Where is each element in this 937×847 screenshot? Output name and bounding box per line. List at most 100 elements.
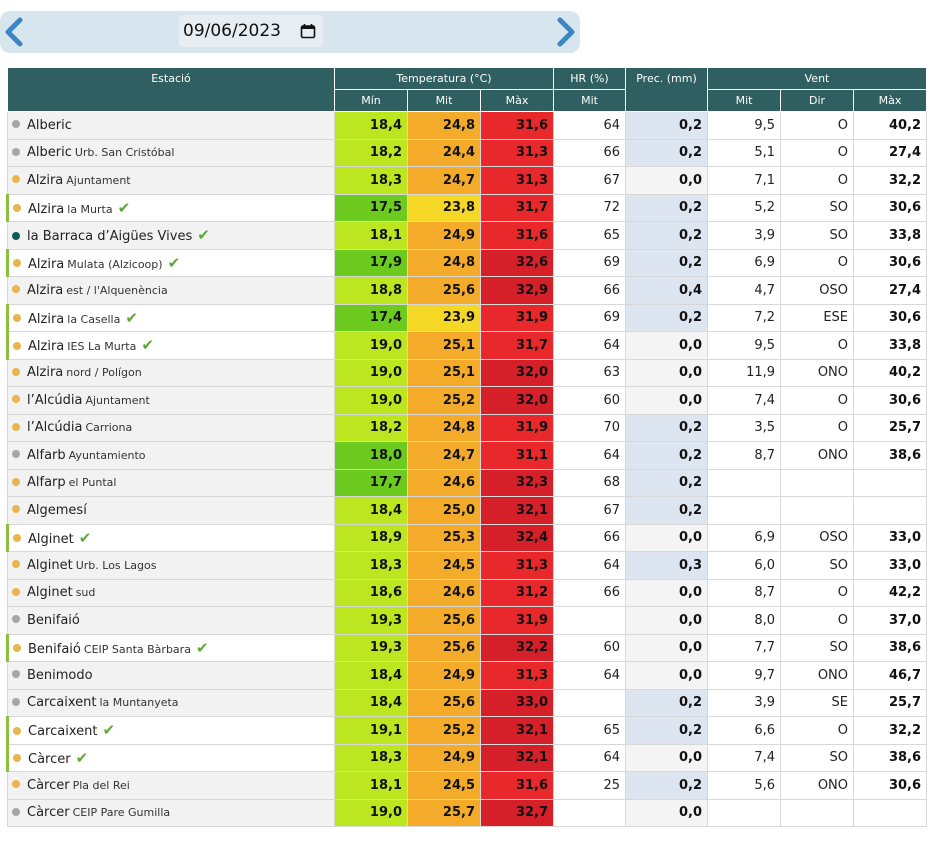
station-name[interactable]: l’Alcúdia <box>27 393 82 408</box>
wind-mit-cell: 3,9 <box>707 688 782 717</box>
station-cell[interactable]: Carcaixent la Muntanyeta <box>7 688 335 717</box>
table-row: Alginet Urb. Los Lagos 18,3 24,5 31,3 64 0,3 6,… <box>7 551 928 580</box>
previous-day-button[interactable] <box>1 15 27 49</box>
station-location: la Muntanyeta <box>99 696 179 710</box>
station-cell[interactable]: Alzira IES La Murta ✔ <box>6 331 335 360</box>
temp-max-cell: 31,6 <box>479 111 555 140</box>
header-hr-mit[interactable]: Mit <box>553 89 627 112</box>
station-name[interactable]: Alginet <box>27 558 73 573</box>
checkmark-icon: ✔ <box>102 721 116 740</box>
station-name[interactable]: Benifaió <box>27 613 80 628</box>
station-name[interactable]: Alfarb <box>27 448 66 463</box>
station-name[interactable]: Alzira <box>27 173 63 188</box>
station-cell[interactable]: Càrcer Pla del Rei <box>7 771 335 800</box>
station-name[interactable]: Alzira <box>27 365 63 380</box>
station-name[interactable]: Alzira <box>28 202 64 217</box>
station-location: Carriona <box>85 421 133 435</box>
wind-mit-cell: 7,4 <box>707 386 782 415</box>
header-temp-min[interactable]: Mín <box>334 89 408 112</box>
station-cell[interactable]: Alginet Urb. Los Lagos <box>7 551 335 580</box>
humidity-cell: 67 <box>553 166 627 195</box>
station-cell[interactable]: la Barraca d’Aigües Vives ✔ <box>7 221 335 250</box>
temp-max-cell: 31,6 <box>479 771 555 800</box>
humidity-cell: 68 <box>553 468 627 497</box>
date-input[interactable]: 09/06/2023 <box>179 15 323 47</box>
chevron-left-icon <box>5 17 23 47</box>
station-name[interactable]: Alginet <box>28 532 74 547</box>
station-name[interactable]: Alfarp <box>27 475 66 490</box>
station-cell[interactable]: Alberic <box>7 111 335 140</box>
station-cell[interactable]: Benifaió <box>7 606 335 635</box>
temp-max-cell: 32,1 <box>479 743 555 772</box>
header-wind-max[interactable]: Màx <box>853 89 928 112</box>
station-cell[interactable]: Alzira nord / Polígon <box>7 358 335 387</box>
station-name[interactable]: Benimodo <box>27 668 93 683</box>
station-location: sud <box>75 586 96 600</box>
header-temp-max[interactable]: Màx <box>479 89 555 112</box>
header-wind-mit[interactable]: Mit <box>707 89 782 112</box>
station-name[interactable]: Alberic <box>27 145 72 160</box>
status-dot-icon <box>12 670 20 679</box>
station-cell[interactable]: Alfarb Ayuntamiento <box>7 441 335 470</box>
precipitation-cell: 0,0 <box>625 743 709 772</box>
station-cell[interactable]: Benifaió CEIP Santa Bàrbara ✔ <box>6 633 335 662</box>
station-cell[interactable]: Algemesí <box>7 496 335 525</box>
station-cell[interactable]: l’Alcúdia Carriona <box>7 413 335 442</box>
station-cell[interactable]: Alzira la Murta ✔ <box>6 193 335 222</box>
station-cell[interactable]: Alzira la Casella ✔ <box>6 303 335 332</box>
station-name[interactable]: Benifaió <box>28 642 81 657</box>
checkmark-icon: ✔ <box>125 308 138 327</box>
humidity-cell: 66 <box>553 578 627 607</box>
status-dot-icon <box>13 534 21 543</box>
station-cell[interactable]: Càrcer ✔ <box>6 743 335 772</box>
table-row: Algemesí 18,4 25,0 32,1 67 0,2 <box>7 496 928 525</box>
precipitation-cell: 0,0 <box>625 661 709 690</box>
wind-dir-cell: SO <box>780 193 855 222</box>
station-name[interactable]: Alberic <box>27 118 72 133</box>
temp-max-cell: 33,0 <box>479 688 555 717</box>
next-day-button[interactable] <box>553 15 579 49</box>
header-precipitation[interactable]: Prec. (mm) <box>625 67 709 112</box>
station-cell[interactable]: Alginet ✔ <box>6 523 335 552</box>
status-dot-icon <box>12 175 20 184</box>
header-station[interactable]: Estació <box>7 67 335 112</box>
station-name[interactable]: Càrcer <box>27 805 70 820</box>
station-cell[interactable]: Carcaixent ✔ <box>6 716 335 745</box>
station-cell[interactable]: Càrcer CEIP Pare Gumilla <box>7 798 335 827</box>
station-name[interactable]: Alzira <box>27 283 63 298</box>
station-name[interactable]: Alginet <box>27 585 73 600</box>
table-row: Alzira est / l'Alquenència 18,8 25,6 32,9 66 0… <box>7 276 928 305</box>
temp-mit-cell: 25,6 <box>407 688 481 717</box>
header-temp-mit[interactable]: Mit <box>407 89 481 112</box>
status-dot-icon <box>13 314 21 323</box>
station-name[interactable]: Alzira <box>28 312 64 327</box>
wind-max-cell: 37,0 <box>853 606 928 635</box>
wind-dir-cell <box>780 496 855 525</box>
station-cell[interactable]: l’Alcúdia Ajuntament <box>7 386 335 415</box>
station-cell[interactable]: Alfarp el Puntal <box>7 468 335 497</box>
station-name[interactable]: Alzira <box>28 257 64 272</box>
station-cell[interactable]: Alginet sud <box>7 578 335 607</box>
station-cell[interactable]: Benimodo <box>7 661 335 690</box>
station-name[interactable]: la Barraca d’Aigües Vives <box>27 229 192 244</box>
weather-stations-table: Estació Temperatura (°C) HR (%) Prec. (m… <box>6 67 928 827</box>
precipitation-cell: 0,0 <box>625 606 709 635</box>
station-name[interactable]: Càrcer <box>27 778 70 793</box>
station-name[interactable]: Carcaixent <box>28 724 97 739</box>
station-cell[interactable]: Alzira Mulata (Alzicoop) ✔ <box>6 248 335 277</box>
station-cell[interactable]: Alzira est / l'Alquenència <box>7 276 335 305</box>
station-cell[interactable]: Alzira Ajuntament <box>7 166 335 195</box>
status-dot-icon <box>12 780 20 789</box>
station-name[interactable]: l’Alcúdia <box>27 420 82 435</box>
station-name[interactable]: Carcaixent <box>27 695 96 710</box>
station-cell[interactable]: Alberic Urb. San Cristóbal <box>7 138 335 167</box>
station-name[interactable]: Alzira <box>28 339 64 354</box>
wind-max-cell: 30,6 <box>853 248 928 277</box>
header-wind-dir[interactable]: Dir <box>780 89 855 112</box>
station-name[interactable]: Càrcer <box>28 752 71 767</box>
temp-max-cell: 32,9 <box>479 276 555 305</box>
calendar-icon[interactable] <box>300 23 316 44</box>
temp-mit-cell: 25,2 <box>407 716 481 745</box>
status-dot-icon <box>12 505 20 514</box>
station-name[interactable]: Algemesí <box>27 503 87 518</box>
